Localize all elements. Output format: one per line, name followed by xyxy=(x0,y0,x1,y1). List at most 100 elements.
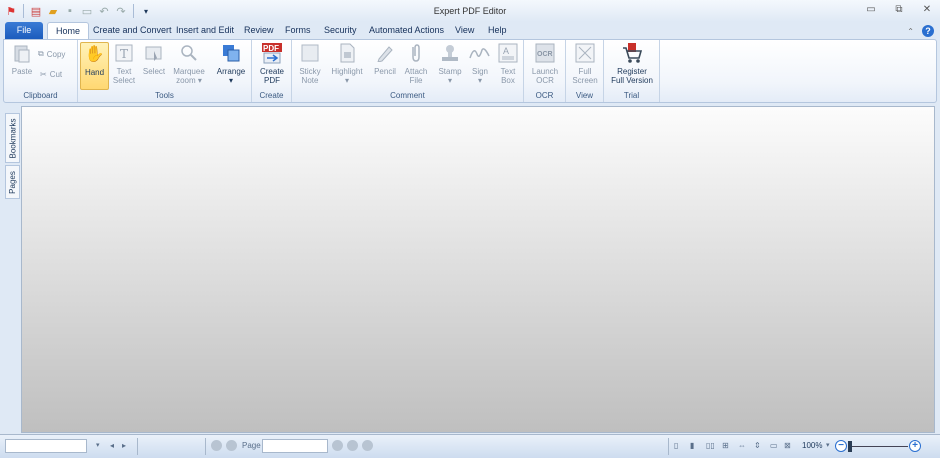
highlight-button[interactable]: Highlight ▾ xyxy=(328,42,366,90)
fit-width-icon[interactable]: ⇔ xyxy=(738,441,746,450)
group-clipboard: Paste ⧉ Copy ✂ Cut Clipboard xyxy=(4,40,78,102)
pdf-icon: PDF xyxy=(261,42,283,64)
text-select-icon: T xyxy=(113,42,135,64)
ribbon-tabs: File Home Create and Convert Insert and … xyxy=(0,22,940,39)
title-bar: ⚑ ▤ ▰ ▪ ▭ ↶ ↷ ▾ Expert PDF Editor ▭ ⧉ ✕ xyxy=(0,0,940,22)
continuous-icon[interactable]: ▮ xyxy=(690,441,694,450)
paste-button[interactable]: Paste xyxy=(10,42,34,90)
text-select-button[interactable]: T Text Select xyxy=(111,42,137,90)
marquee-zoom-button[interactable]: Marquee zoom ▾ xyxy=(170,42,208,90)
zoom-in-icon[interactable]: + xyxy=(909,440,921,452)
single-page-icon[interactable]: ▯ xyxy=(674,441,678,450)
cut-button[interactable]: ✂ Cut xyxy=(40,70,62,79)
tab-help[interactable]: Help xyxy=(480,22,515,39)
restore-icon[interactable]: ⧉ xyxy=(892,4,906,15)
side-panel-tabs: Bookmarks Pages xyxy=(5,113,20,201)
minimize-icon[interactable]: ▭ xyxy=(864,4,878,15)
facing-icon[interactable]: ▯▯ xyxy=(706,441,715,450)
tab-home[interactable]: Home xyxy=(47,22,90,39)
arrange-button[interactable]: Arrange ▾ xyxy=(214,42,248,90)
document-view[interactable] xyxy=(21,106,935,433)
first-page-icon[interactable] xyxy=(211,440,222,451)
pencil-button[interactable]: Pencil xyxy=(372,42,398,90)
last-page-icon[interactable] xyxy=(347,440,358,451)
magnifier-icon xyxy=(178,42,200,64)
actual-size-icon[interactable]: ▭ xyxy=(770,441,778,450)
group-label-tools: Tools xyxy=(155,91,174,100)
group-label-trial: Trial xyxy=(623,91,640,100)
paperclip-icon xyxy=(405,42,427,64)
stamp-button[interactable]: Stamp ▾ xyxy=(436,42,464,90)
page-number-input[interactable] xyxy=(262,439,328,453)
create-pdf-button[interactable]: PDF Create PDF xyxy=(256,42,288,90)
next-page-icon[interactable] xyxy=(332,440,343,451)
cut-icon: ✂ xyxy=(40,70,47,79)
tab-create-and-convert[interactable]: Create and Convert xyxy=(85,22,180,39)
arrange-icon xyxy=(220,42,242,64)
group-label-clipboard: Clipboard xyxy=(23,91,58,100)
select-icon xyxy=(143,42,165,64)
tab-review[interactable]: Review xyxy=(236,22,282,39)
status-bar: ▾ ◂ ▸ Page ▯ ▮ ▯▯ ⊞ ⇔ ⇕ ▭ ⊠ 100% ▾ − + xyxy=(0,434,940,458)
group-tools: ✋ Hand T Text Select Select Marquee zoom… xyxy=(78,40,252,102)
document-selector[interactable] xyxy=(5,439,87,453)
tab-pages[interactable]: Pages xyxy=(5,165,20,199)
sign-button[interactable]: Sign ▾ xyxy=(468,42,492,90)
shopping-cart-icon xyxy=(621,42,643,64)
previous-document-icon[interactable]: ◂ xyxy=(110,441,114,450)
previous-page-icon[interactable] xyxy=(226,440,237,451)
text-box-icon: A xyxy=(497,42,519,64)
go-back-icon[interactable] xyxy=(362,440,373,451)
zoom-dropdown-icon[interactable]: ▾ xyxy=(826,441,830,449)
group-label-view: View xyxy=(575,91,594,100)
svg-text:OCR: OCR xyxy=(537,51,553,58)
fit-page-icon[interactable]: ⊞ xyxy=(722,441,729,450)
tab-automated-actions[interactable]: Automated Actions xyxy=(361,22,452,39)
group-label-ocr: OCR xyxy=(535,91,554,100)
hand-button[interactable]: ✋ Hand xyxy=(80,42,109,90)
group-create: PDF Create PDF Create xyxy=(252,40,292,102)
zoom-slider-track[interactable] xyxy=(848,446,908,447)
group-trial: Register Full Version Trial xyxy=(604,40,660,102)
signature-icon xyxy=(469,42,491,64)
copy-icon: ⧉ xyxy=(38,49,44,58)
fit-height-icon[interactable]: ⇕ xyxy=(754,441,761,450)
sticky-note-icon xyxy=(299,42,321,64)
tab-forms[interactable]: Forms xyxy=(277,22,319,39)
stamp-icon xyxy=(439,42,461,64)
tab-security[interactable]: Security xyxy=(316,22,365,39)
next-document-icon[interactable]: ▸ xyxy=(122,441,126,450)
text-box-button[interactable]: A Text Box xyxy=(496,42,520,90)
register-full-version-button[interactable]: Register Full Version xyxy=(607,42,657,90)
collapse-ribbon-icon[interactable]: ⌃ xyxy=(907,27,914,36)
attach-file-button[interactable]: Attach File xyxy=(402,42,430,90)
paste-icon xyxy=(11,42,33,64)
group-label-comment: Comment xyxy=(390,91,425,100)
tab-view[interactable]: View xyxy=(447,22,482,39)
tab-bookmarks[interactable]: Bookmarks xyxy=(5,113,20,163)
hand-icon: ✋ xyxy=(84,45,105,63)
full-screen-button[interactable]: Full Screen xyxy=(569,42,601,90)
dropdown-arrow-icon[interactable]: ▾ xyxy=(96,441,100,449)
close-icon[interactable]: ✕ xyxy=(920,4,934,15)
fit-visible-icon[interactable]: ⊠ xyxy=(784,441,791,450)
copy-button[interactable]: ⧉ Copy xyxy=(38,49,65,59)
svg-text:PDF: PDF xyxy=(263,44,279,53)
zoom-level[interactable]: 100% xyxy=(802,441,822,450)
group-view: Full Screen View xyxy=(566,40,604,102)
group-comment: Sticky Note Highlight ▾ Pencil Attach Fi… xyxy=(292,40,524,102)
launch-ocr-button[interactable]: OCR Launch OCR xyxy=(528,42,562,90)
select-button[interactable]: Select xyxy=(141,42,167,90)
svg-text:T: T xyxy=(120,47,128,61)
zoom-slider-handle[interactable] xyxy=(848,441,852,452)
zoom-out-icon[interactable]: − xyxy=(835,440,847,452)
group-label-create: Create xyxy=(259,91,284,100)
tab-file[interactable]: File xyxy=(5,22,43,39)
svg-text:A: A xyxy=(503,46,509,56)
group-ocr: OCR Launch OCR OCR xyxy=(524,40,566,102)
tab-insert-and-edit[interactable]: Insert and Edit xyxy=(168,22,242,39)
ocr-icon: OCR xyxy=(534,42,556,64)
help-icon[interactable]: ? xyxy=(922,25,934,37)
page-label: Page xyxy=(242,441,261,450)
sticky-note-button[interactable]: Sticky Note xyxy=(296,42,324,90)
